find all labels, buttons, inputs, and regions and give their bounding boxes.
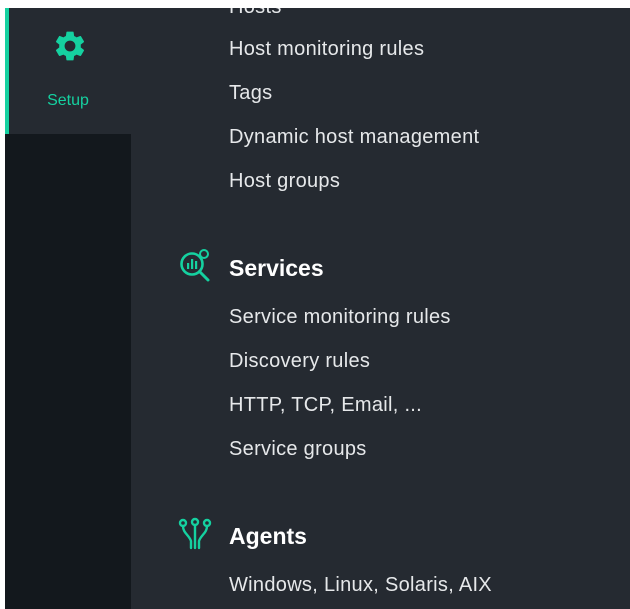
agents-icon [178, 517, 212, 550]
menu-item-host-groups[interactable]: Host groups [229, 170, 340, 193]
service-search-icon [180, 249, 210, 282]
menu-item-windows-linux-solaris-aix[interactable]: Windows, Linux, Solaris, AIX [229, 574, 492, 597]
setup-menu: Hosts Host monitoring rules Tags Dynamic… [131, 8, 630, 609]
setup-menu-window: Setup Hosts Host monitoring rules Tags D… [5, 8, 630, 609]
menu-item-hosts[interactable]: Hosts [229, 8, 282, 19]
menu-item-service-groups[interactable]: Service groups [229, 438, 367, 461]
sidebar-item-setup[interactable]: Setup [5, 8, 131, 134]
section-heading-agents: Agents [229, 523, 307, 549]
menu-item-service-monitoring-rules[interactable]: Service monitoring rules [229, 306, 451, 329]
menu-item-http-tcp-email[interactable]: HTTP, TCP, Email, ... [229, 394, 422, 417]
active-indicator [5, 8, 9, 134]
menu-item-tags[interactable]: Tags [229, 82, 272, 105]
menu-item-discovery-rules[interactable]: Discovery rules [229, 350, 370, 373]
main-sidebar: Setup [5, 8, 131, 609]
gear-icon [55, 31, 85, 61]
menu-item-dynamic-host-management[interactable]: Dynamic host management [229, 126, 479, 149]
menu-item-host-monitoring-rules[interactable]: Host monitoring rules [229, 38, 424, 61]
sidebar-item-setup-label: Setup [47, 92, 89, 109]
section-heading-services: Services [229, 255, 324, 281]
